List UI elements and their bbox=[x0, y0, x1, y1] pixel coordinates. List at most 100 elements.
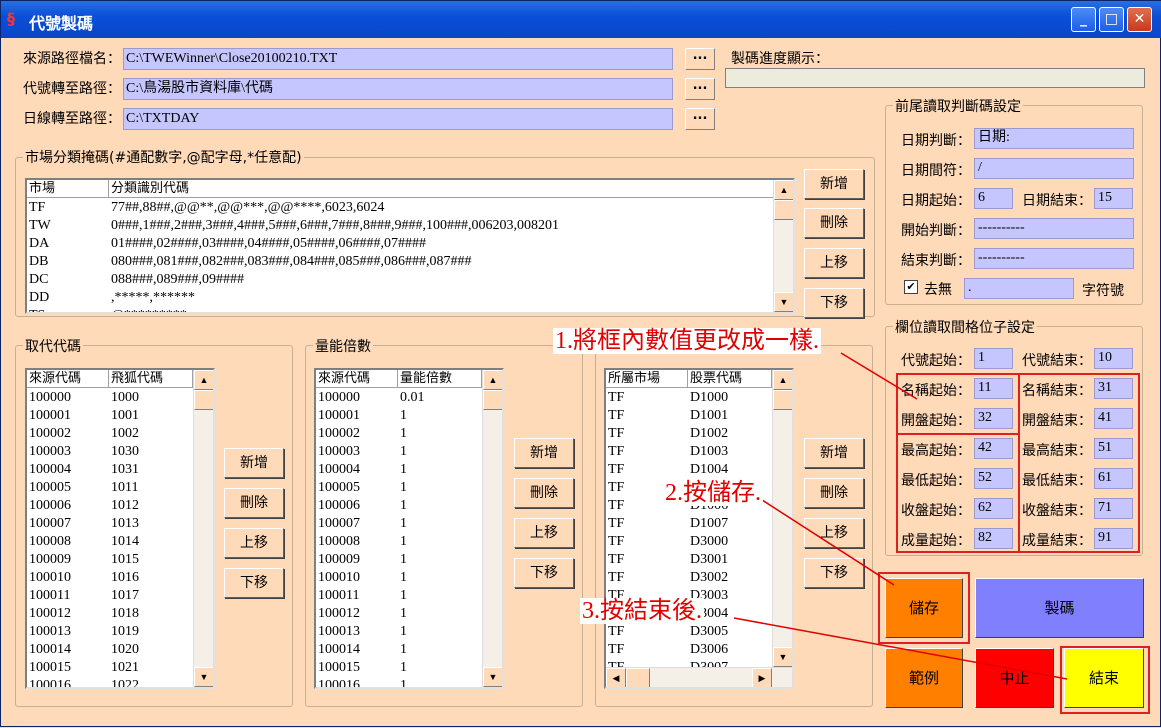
list-row[interactable]: 100010 1016 bbox=[27, 569, 213, 587]
list-row[interactable]: 100005 1011 bbox=[27, 479, 213, 497]
volume-delete-button[interactable]: 刪除 bbox=[514, 478, 574, 508]
replace-list[interactable]: 來源代碼 飛狐代碼 100000 1000 100001 1001 100002 1002… bbox=[25, 368, 215, 689]
remove-char-field[interactable]: . bbox=[964, 278, 1074, 299]
replace-add-button[interactable]: 新增 bbox=[224, 448, 284, 478]
maximize-button[interactable]: □ bbox=[1099, 7, 1124, 32]
market-scrollbar[interactable]: ▲ ▼ bbox=[773, 180, 793, 312]
scroll-down-icon[interactable]: ▼ bbox=[194, 667, 213, 687]
market-up-button[interactable]: 上移 bbox=[804, 248, 864, 278]
list-row[interactable]: TF D1002 bbox=[606, 425, 792, 443]
list-row[interactable]: TF D3005 bbox=[606, 623, 792, 641]
list-row[interactable]: 100004 1 bbox=[316, 461, 502, 479]
list-row[interactable]: 100009 1 bbox=[316, 551, 502, 569]
scroll-thumb[interactable] bbox=[774, 200, 793, 220]
list-row[interactable]: 100003 1030 bbox=[27, 443, 213, 461]
scroll-up-icon[interactable]: ▲ bbox=[483, 370, 502, 390]
list-row[interactable]: 100007 1013 bbox=[27, 515, 213, 533]
list-row[interactable]: 100006 1012 bbox=[27, 497, 213, 515]
list-row[interactable]: TF D3002 bbox=[606, 569, 792, 587]
volume-list[interactable]: 來源代碼 量能倍數 100000 0.01 100001 1 100002 1 100003… bbox=[314, 368, 504, 689]
stocks-up-button[interactable]: 上移 bbox=[804, 518, 864, 548]
list-row[interactable]: 100010 1 bbox=[316, 569, 502, 587]
list-row[interactable]: 100016 1022 bbox=[27, 677, 213, 687]
list-row[interactable]: 100004 1031 bbox=[27, 461, 213, 479]
list-row[interactable]: 100005 1 bbox=[316, 479, 502, 497]
stop-button[interactable]: 中止 bbox=[975, 648, 1054, 708]
scroll-left-icon[interactable]: ◀ bbox=[606, 668, 626, 687]
market-list[interactable]: 市場 分類識別代碼 TF 77##,88##,@@**,@@***,@@****,… bbox=[25, 178, 795, 314]
scroll-down-icon[interactable]: ▼ bbox=[773, 647, 792, 667]
date-end-field[interactable]: 15 bbox=[1094, 188, 1133, 209]
scroll-up-icon[interactable]: ▲ bbox=[194, 370, 213, 390]
list-row[interactable]: DB 080###,081###,082###,083###,084###,085… bbox=[27, 253, 793, 271]
daily-browse-button[interactable]: ... bbox=[685, 108, 715, 130]
make-code-button[interactable]: 製碼 bbox=[975, 578, 1144, 638]
market-add-button[interactable]: 新增 bbox=[804, 169, 864, 199]
list-row[interactable]: 100013 1 bbox=[316, 623, 502, 641]
list-row[interactable]: 100007 1 bbox=[316, 515, 502, 533]
list-row[interactable]: 100011 1 bbox=[316, 587, 502, 605]
list-row[interactable]: TF D3001 bbox=[606, 551, 792, 569]
source-browse-button[interactable]: ... bbox=[685, 48, 715, 70]
list-row[interactable]: 100016 1 bbox=[316, 677, 502, 687]
list-row[interactable]: 100001 1 bbox=[316, 407, 502, 425]
example-button[interactable]: 範例 bbox=[885, 648, 963, 708]
source-path-field[interactable]: C:\TWEWinner\Close20100210.TXT bbox=[123, 48, 673, 70]
volume-add-button[interactable]: 新增 bbox=[514, 438, 574, 468]
stocks-delete-button[interactable]: 刪除 bbox=[804, 478, 864, 508]
list-row[interactable]: 100013 1019 bbox=[27, 623, 213, 641]
stocks-scrollbar[interactable]: ▲ ▼ bbox=[772, 370, 792, 667]
list-row[interactable]: TF D1000 bbox=[606, 389, 792, 407]
list-row[interactable]: TF 77##,88##,@@**,@@***,@@****,6023,6024 bbox=[27, 199, 793, 217]
volume-down-button[interactable]: 下移 bbox=[514, 558, 574, 588]
column-end-field[interactable]: 10 bbox=[1094, 348, 1133, 369]
list-row[interactable]: 100014 1020 bbox=[27, 641, 213, 659]
date-sep-field[interactable]: / bbox=[974, 158, 1134, 179]
scroll-thumb[interactable] bbox=[626, 668, 650, 687]
scroll-up-icon[interactable]: ▲ bbox=[773, 370, 792, 390]
replace-up-button[interactable]: 上移 bbox=[224, 528, 284, 558]
list-row[interactable]: 100014 1 bbox=[316, 641, 502, 659]
date-judge-field[interactable]: 日期: bbox=[974, 128, 1134, 149]
list-row[interactable]: DD ,*****,****** bbox=[27, 289, 793, 307]
column-start-field[interactable]: 1 bbox=[974, 348, 1013, 369]
close-window-button[interactable]: ✕ bbox=[1127, 7, 1152, 32]
list-row[interactable]: TF D1001 bbox=[606, 407, 792, 425]
list-row[interactable]: 100015 1021 bbox=[27, 659, 213, 677]
market-delete-button[interactable]: 刪除 bbox=[804, 208, 864, 238]
list-row[interactable]: TF D1007 bbox=[606, 515, 792, 533]
scroll-thumb[interactable] bbox=[773, 390, 792, 410]
list-row[interactable]: 100000 1000 bbox=[27, 389, 213, 407]
end-judge-field[interactable]: ---------- bbox=[974, 248, 1134, 269]
minimize-button[interactable]: _ bbox=[1071, 7, 1096, 32]
scroll-down-icon[interactable]: ▼ bbox=[483, 667, 502, 687]
volume-scrollbar[interactable]: ▲ ▼ bbox=[482, 370, 502, 687]
list-row[interactable]: 100012 1 bbox=[316, 605, 502, 623]
scroll-right-icon[interactable]: ▶ bbox=[752, 668, 772, 687]
scroll-thumb[interactable] bbox=[483, 390, 502, 410]
list-row[interactable]: 100008 1014 bbox=[27, 533, 213, 551]
list-row[interactable]: TF D1004 bbox=[606, 461, 792, 479]
begin-judge-field[interactable]: ---------- bbox=[974, 218, 1134, 239]
remove-checkbox[interactable]: ✔ bbox=[904, 280, 918, 294]
replace-down-button[interactable]: 下移 bbox=[224, 568, 284, 598]
list-row[interactable]: 100012 1018 bbox=[27, 605, 213, 623]
list-row[interactable]: TS @********* bbox=[27, 307, 793, 312]
date-start-field[interactable]: 6 bbox=[974, 188, 1013, 209]
list-row[interactable]: 100008 1 bbox=[316, 533, 502, 551]
stocks-add-button[interactable]: 新增 bbox=[804, 438, 864, 468]
scroll-down-icon[interactable]: ▼ bbox=[774, 292, 793, 312]
list-row[interactable]: 100011 1017 bbox=[27, 587, 213, 605]
list-row[interactable]: DA 01####,02####,03####,04####,05####,06#… bbox=[27, 235, 793, 253]
list-row[interactable]: TW 0###,1###,2###,3###,4###,5###,6###,7##… bbox=[27, 217, 793, 235]
list-row[interactable]: TF D3006 bbox=[606, 641, 792, 659]
list-row[interactable]: TF D3000 bbox=[606, 533, 792, 551]
list-row[interactable]: DC 088###,089###,09#### bbox=[27, 271, 793, 289]
list-row[interactable]: 100006 1 bbox=[316, 497, 502, 515]
scroll-up-icon[interactable]: ▲ bbox=[774, 180, 793, 200]
volume-up-button[interactable]: 上移 bbox=[514, 518, 574, 548]
stocks-down-button[interactable]: 下移 bbox=[804, 558, 864, 588]
list-row[interactable]: 100002 1 bbox=[316, 425, 502, 443]
list-row[interactable]: TF D1003 bbox=[606, 443, 792, 461]
list-row[interactable]: 100009 1015 bbox=[27, 551, 213, 569]
